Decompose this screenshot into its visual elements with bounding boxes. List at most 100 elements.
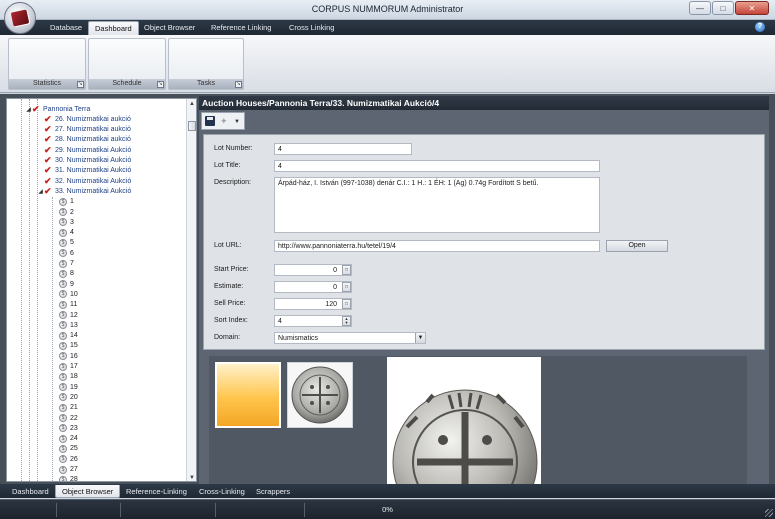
image-thumbnail-selected[interactable] xyxy=(215,362,281,428)
tree-node-lot[interactable]: $24 xyxy=(59,434,78,444)
tree-node-label: 12 xyxy=(70,311,78,319)
bottom-tab-reference-linking[interactable]: Reference-Linking xyxy=(120,485,193,498)
tree-node-lot[interactable]: $16 xyxy=(59,351,78,361)
start-price-input[interactable]: 0 xyxy=(274,264,352,276)
lot-url-input[interactable]: http://www.pannoniaterra.hu/tetel/19/4 xyxy=(274,240,600,252)
tree-node-auction[interactable]: ✔ 28. Numizmatikai aukció xyxy=(44,135,131,145)
tree-node-lot[interactable]: $25 xyxy=(59,444,78,454)
tree-node-lot[interactable]: $1 xyxy=(59,197,74,207)
minimize-icon: — xyxy=(696,3,704,13)
tab-cross-linking[interactable]: Cross Linking xyxy=(283,21,340,35)
open-url-button[interactable]: Open xyxy=(606,240,668,252)
tree-node-lot[interactable]: $7 xyxy=(59,259,74,269)
dialog-launcher-icon[interactable]: ↘ xyxy=(235,81,242,88)
tree-node-label: 8 xyxy=(70,270,74,278)
image-thumbnail-coin[interactable] xyxy=(287,362,353,428)
tree-node-lot[interactable]: $17 xyxy=(59,362,78,372)
sort-index-input[interactable]: 4 xyxy=(274,315,352,327)
bottom-tab-cross-linking[interactable]: Cross-Linking xyxy=(193,485,251,498)
domain-select[interactable]: Numismatics ▼ xyxy=(274,332,426,344)
start-price-spin-button[interactable]: □ xyxy=(342,265,351,275)
coin-icon: $ xyxy=(59,444,67,453)
tree-node-label: 21 xyxy=(70,404,78,412)
tree-guide-line xyxy=(52,197,53,481)
sell-price-spin-button[interactable]: □ xyxy=(342,299,351,309)
tree-node-lot[interactable]: $9 xyxy=(59,279,74,289)
bottom-tab-scrappers[interactable]: Scrappers xyxy=(250,485,296,498)
tree-node-auction[interactable]: ✔ 32. Numizmatikai Aukció xyxy=(44,176,131,186)
chevron-down-icon[interactable]: ▼ xyxy=(234,119,240,125)
dialog-launcher-icon[interactable]: ↘ xyxy=(157,81,164,88)
tree-node-lot[interactable]: $8 xyxy=(59,269,74,279)
tree-node-lot[interactable]: $13 xyxy=(59,320,78,330)
coin-icon: $ xyxy=(59,280,67,289)
tree-node-auction[interactable]: ✔ 29. Numizmatikai Aukció xyxy=(44,145,131,155)
coin-icon: $ xyxy=(59,455,67,464)
tree-node-lot[interactable]: $2 xyxy=(59,207,74,217)
tree-node-lot[interactable]: $27 xyxy=(59,465,78,475)
tree-node-lot[interactable]: $18 xyxy=(59,372,78,382)
dialog-launcher-icon[interactable]: ↘ xyxy=(77,81,84,88)
tab-reference-linking[interactable]: Reference Linking xyxy=(205,21,277,35)
tree-node-lot[interactable]: $22 xyxy=(59,413,78,423)
tree-node-lot[interactable]: $26 xyxy=(59,454,78,464)
tree-node-lot[interactable]: $20 xyxy=(59,392,78,402)
description-textarea[interactable]: Árpád-ház, I. István (997-1038) denár C.… xyxy=(274,177,600,233)
tree-node-label: 24 xyxy=(70,435,78,443)
collapse-icon[interactable]: ◢ xyxy=(37,188,44,195)
tree-node-lot[interactable]: $21 xyxy=(59,403,78,413)
close-icon: ✕ xyxy=(748,3,756,13)
sort-index-stepper[interactable]: ▲ ▼ xyxy=(342,316,351,326)
tree-node-lot[interactable]: $6 xyxy=(59,248,74,258)
lot-number-input[interactable]: 4 xyxy=(274,143,412,155)
estimate-spin-button[interactable]: □ xyxy=(342,282,351,292)
bottom-tab-object-browser[interactable]: Object Browser xyxy=(55,485,121,498)
tab-dashboard[interactable]: Dashboard xyxy=(88,21,139,35)
start-price-label: Start Price: xyxy=(214,266,249,273)
tree-node-lot[interactable]: $28 xyxy=(59,475,78,481)
resize-grip-icon[interactable] xyxy=(765,509,773,517)
tree-node-root[interactable]: ◢ ✔ Pannonia Terra xyxy=(25,104,90,114)
domain-label: Domain: xyxy=(214,334,241,341)
application-menu-button[interactable] xyxy=(4,2,36,34)
sell-price-input[interactable]: 120 xyxy=(274,298,352,310)
tree-node-auction[interactable]: ✔ 27. Numizmatikai aukció xyxy=(44,125,131,135)
save-icon[interactable] xyxy=(205,116,215,126)
tree-node-lot[interactable]: $14 xyxy=(59,331,78,341)
scroll-down-icon[interactable]: ▼ xyxy=(187,473,196,481)
tree-node-auction[interactable]: ✔ 31. Numizmatikai Aukció xyxy=(44,166,131,176)
tree-node-lot[interactable]: $15 xyxy=(59,341,78,351)
estimate-input[interactable]: 0 xyxy=(274,281,352,293)
tree-scrollbar[interactable]: ▲ ▼ xyxy=(186,99,196,481)
tree-node-lot[interactable]: $12 xyxy=(59,310,78,320)
minimize-button[interactable]: — xyxy=(689,1,711,15)
tree-node-lot[interactable]: $11 xyxy=(59,300,77,310)
chevron-down-icon[interactable]: ▼ xyxy=(415,333,425,343)
tree-node-lot[interactable]: $5 xyxy=(59,238,74,248)
help-icon[interactable]: ? xyxy=(755,22,765,32)
tree-node-lot[interactable]: $19 xyxy=(59,382,78,392)
lot-title-input[interactable]: 4 xyxy=(274,160,600,172)
collapse-icon[interactable]: ◢ xyxy=(25,106,32,113)
tree-node-auction[interactable]: ✔ 30. Numizmatikai Aukció xyxy=(44,156,131,166)
close-button[interactable]: ✕ xyxy=(735,1,769,15)
scroll-up-icon[interactable]: ▲ xyxy=(187,99,196,109)
ribbon-panel: Statistics ↘ Schedule ↘ Tasks ↘ xyxy=(0,35,775,93)
tree-node-lot[interactable]: $4 xyxy=(59,228,74,238)
book-logo-icon xyxy=(10,9,30,27)
tab-object-browser[interactable]: Object Browser xyxy=(138,21,201,35)
tree-node-label: 23 xyxy=(70,424,78,432)
tab-database[interactable]: Database xyxy=(44,21,88,35)
tree-node-auction[interactable]: ✔ 26. Numizmatikai aukció xyxy=(44,114,131,124)
tree-node-lot[interactable]: $10 xyxy=(59,289,78,299)
checkmark-icon: ✔ xyxy=(32,103,40,114)
tree-node-auction[interactable]: ◢ ✔ 33. Numizmatikai Aukció xyxy=(37,186,131,196)
wand-icon[interactable]: ✦ xyxy=(220,116,231,126)
scroll-thumb[interactable] xyxy=(188,121,196,131)
lot-form: Lot Number: 4 Lot Title: 4 Description: … xyxy=(203,134,765,350)
maximize-button[interactable]: □ xyxy=(712,1,734,15)
tree-node-lot[interactable]: $3 xyxy=(59,217,74,227)
bottom-tab-dashboard[interactable]: Dashboard xyxy=(6,485,55,498)
tree-node-lot[interactable]: $23 xyxy=(59,423,78,433)
lot-url-label: Lot URL: xyxy=(214,242,242,249)
